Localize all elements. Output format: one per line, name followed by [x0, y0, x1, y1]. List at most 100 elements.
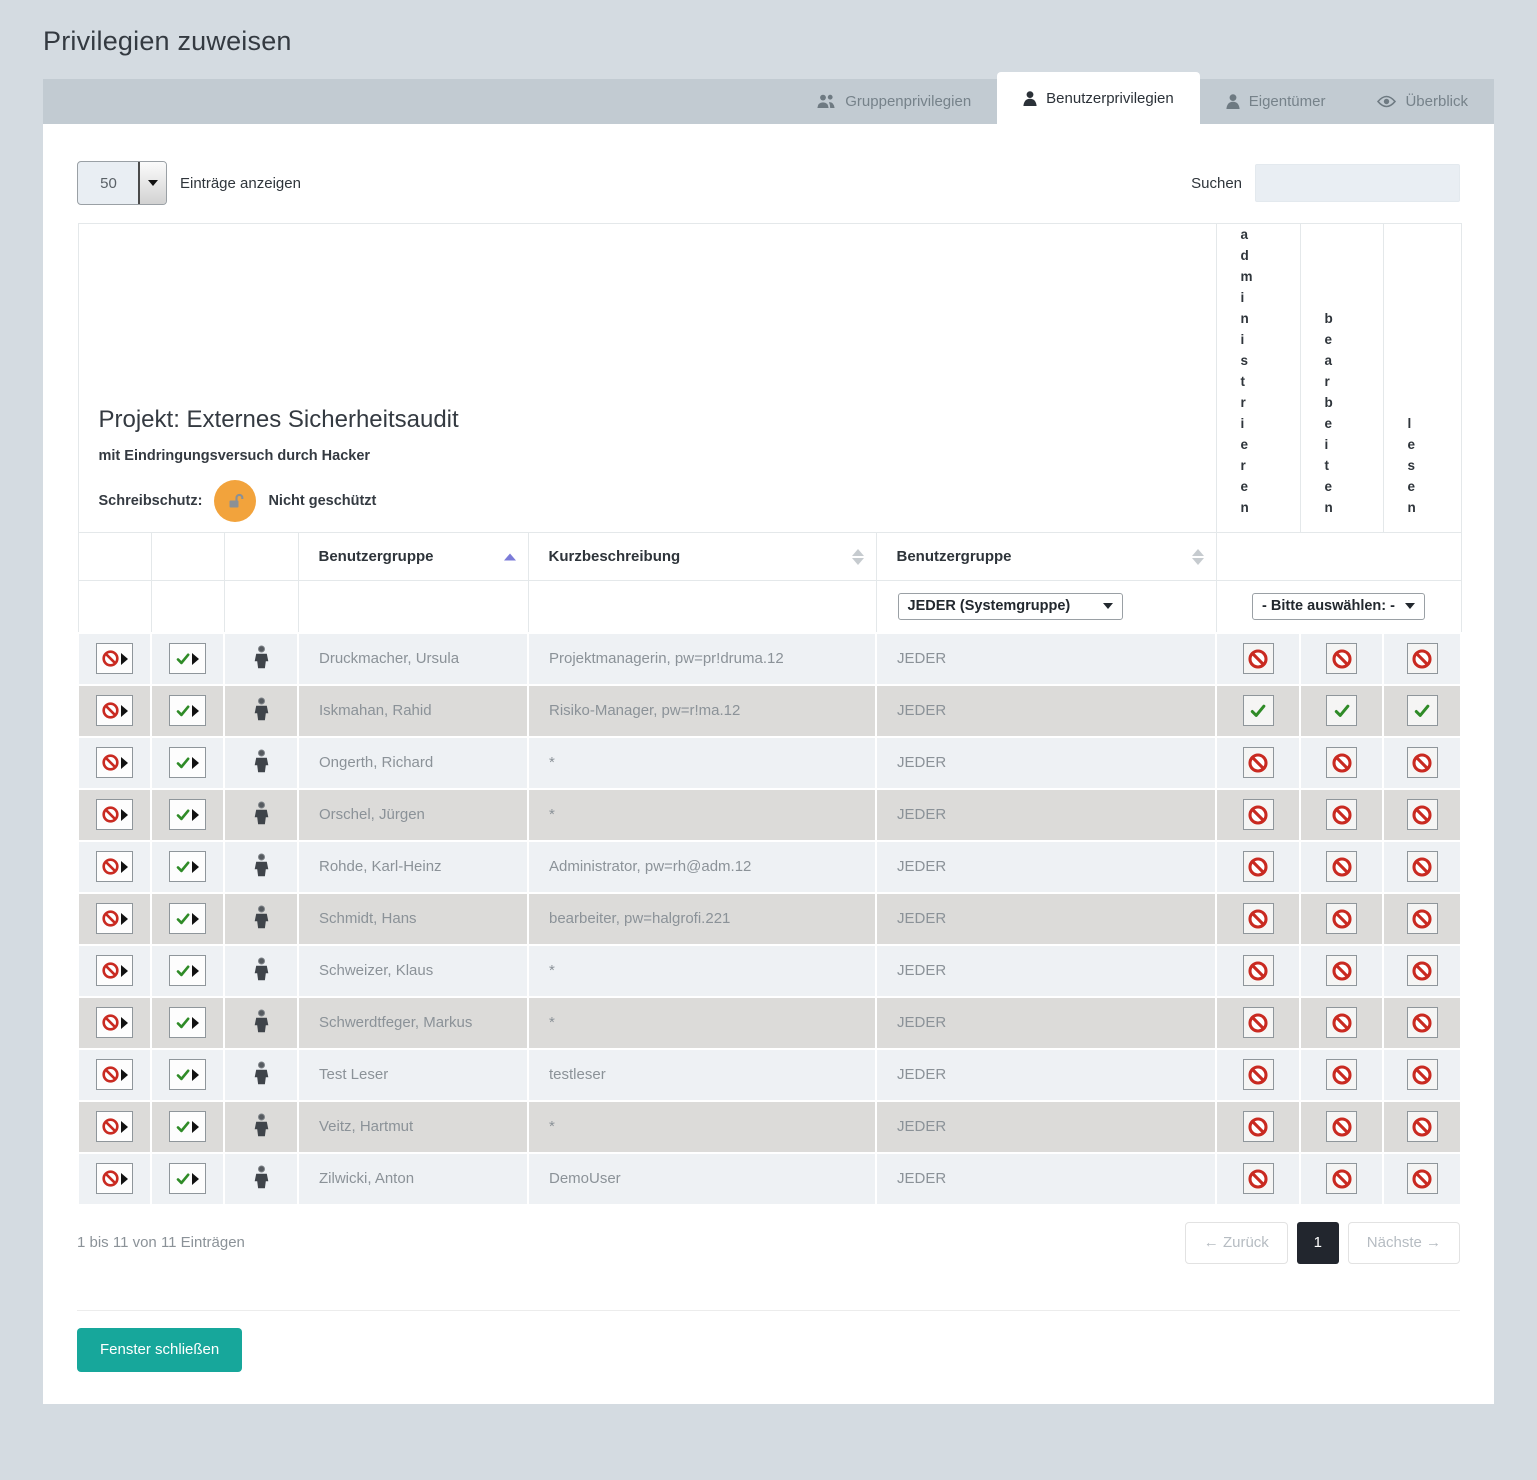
privilege-bearbeiten-toggle[interactable]	[1326, 955, 1357, 986]
deny-all-row-button[interactable]	[96, 955, 133, 986]
allow-all-row-button[interactable]	[169, 1059, 206, 1090]
allow-all-row-button[interactable]	[169, 851, 206, 882]
allow-all-row-button[interactable]	[169, 747, 206, 778]
deny-icon	[1412, 753, 1432, 773]
close-window-button[interactable]: Fenster schließen	[77, 1328, 242, 1372]
user-detail-button[interactable]	[254, 801, 269, 825]
deny-all-row-button[interactable]	[96, 903, 133, 934]
description-cell: DemoUser	[528, 1153, 876, 1205]
group-filter-select[interactable]: JEDER (Systemgruppe)	[898, 593, 1123, 620]
privilege-administrieren-toggle[interactable]	[1243, 955, 1274, 986]
deny-all-row-button[interactable]	[96, 1111, 133, 1142]
privilege-lesen-toggle[interactable]	[1407, 695, 1438, 726]
deny-all-row-button[interactable]	[96, 799, 133, 830]
privilege-bearbeiten-toggle[interactable]	[1326, 695, 1357, 726]
unlock-icon[interactable]	[214, 480, 256, 522]
apply-arrow-icon	[121, 705, 128, 717]
next-page-button[interactable]: Nächste →	[1348, 1222, 1460, 1264]
privilege-administrieren-toggle[interactable]	[1243, 799, 1274, 830]
deny-all-row-button[interactable]	[96, 1059, 133, 1090]
check-icon	[1250, 703, 1266, 719]
allow-all-row-button[interactable]	[169, 1111, 206, 1142]
check-icon	[176, 1016, 190, 1030]
check-icon	[176, 808, 190, 822]
header-benutzergruppe[interactable]: Benutzergruppe	[876, 533, 1216, 581]
tab-eigentuemer[interactable]: Eigentümer	[1200, 79, 1352, 124]
privilege-administrieren-toggle[interactable]	[1243, 903, 1274, 934]
allow-all-row-button[interactable]	[169, 643, 206, 674]
privilege-bearbeiten-toggle[interactable]	[1326, 903, 1357, 934]
user-detail-button[interactable]	[254, 905, 269, 929]
privilege-administrieren-toggle[interactable]	[1243, 695, 1274, 726]
privilege-lesen-toggle[interactable]	[1407, 955, 1438, 986]
project-title: Projekt: Externes Sicherheitsaudit	[99, 406, 1216, 434]
privilege-lesen-toggle[interactable]	[1407, 1111, 1438, 1142]
previous-page-button[interactable]: ← Zurück	[1185, 1222, 1288, 1264]
user-detail-button[interactable]	[254, 1061, 269, 1085]
current-page-button[interactable]: 1	[1297, 1222, 1339, 1264]
description-cell: bearbeiter, pw=halgrofi.221	[528, 893, 876, 945]
allow-all-row-button[interactable]	[169, 1007, 206, 1038]
privilege-bearbeiten-toggle[interactable]	[1326, 747, 1357, 778]
user-detail-button[interactable]	[254, 853, 269, 877]
privilege-lesen-toggle[interactable]	[1407, 1163, 1438, 1194]
privilege-administrieren-toggle[interactable]	[1243, 1007, 1274, 1038]
deny-all-row-button[interactable]	[96, 1163, 133, 1194]
privilege-administrieren-toggle[interactable]	[1243, 1111, 1274, 1142]
privilege-bearbeiten-toggle[interactable]	[1326, 1163, 1357, 1194]
privilege-lesen-toggle[interactable]	[1407, 747, 1438, 778]
description-cell: Projektmanagerin, pw=pr!druma.12	[528, 633, 876, 685]
privilege-lesen-toggle[interactable]	[1407, 1059, 1438, 1090]
user-detail-button[interactable]	[254, 957, 269, 981]
privilege-bearbeiten-toggle[interactable]	[1326, 799, 1357, 830]
privilege-administrieren-toggle[interactable]	[1243, 1163, 1274, 1194]
deny-all-row-button[interactable]	[96, 695, 133, 726]
search-input[interactable]	[1255, 164, 1460, 202]
allow-all-row-button[interactable]	[169, 695, 206, 726]
deny-icon	[1412, 1169, 1432, 1189]
privilege-lesen-toggle[interactable]	[1407, 1007, 1438, 1038]
privilege-bearbeiten-toggle[interactable]	[1326, 643, 1357, 674]
privilege-lesen-toggle[interactable]	[1407, 851, 1438, 882]
user-detail-button[interactable]	[254, 1113, 269, 1137]
privilege-administrieren-toggle[interactable]	[1243, 851, 1274, 882]
allow-all-row-button[interactable]	[169, 955, 206, 986]
privilege-bearbeiten-toggle[interactable]	[1326, 851, 1357, 882]
page-size-value: 50	[78, 162, 139, 204]
page-size-select[interactable]: 50	[77, 161, 167, 205]
allow-all-row-button[interactable]	[169, 903, 206, 934]
user-detail-button[interactable]	[254, 1165, 269, 1189]
user-detail-button[interactable]	[254, 749, 269, 773]
tab-gruppenprivilegien[interactable]: Gruppenprivilegien	[791, 79, 997, 124]
deny-icon	[1412, 649, 1432, 669]
header-kurzbeschreibung[interactable]: Kurzbeschreibung	[528, 533, 876, 581]
user-detail-button[interactable]	[254, 645, 269, 669]
tab-label: Gruppenprivilegien	[845, 93, 971, 110]
privilege-administrieren-toggle[interactable]	[1243, 747, 1274, 778]
group-cell: JEDER	[876, 633, 1216, 685]
page-size-label: Einträge anzeigen	[180, 175, 301, 192]
deny-all-row-button[interactable]	[96, 747, 133, 778]
deny-all-row-button[interactable]	[96, 643, 133, 674]
user-detail-button[interactable]	[254, 1009, 269, 1033]
tab-ueberblick[interactable]: Überblick	[1351, 79, 1494, 124]
privilege-filter-select[interactable]: - Bitte auswählen: -	[1252, 593, 1425, 620]
privilege-administrieren-toggle[interactable]	[1243, 643, 1274, 674]
deny-all-row-button[interactable]	[96, 851, 133, 882]
privilege-bearbeiten-toggle[interactable]	[1326, 1111, 1357, 1142]
header-benutzergruppe-name[interactable]: Benutzergruppe	[298, 533, 528, 581]
allow-all-row-button[interactable]	[169, 1163, 206, 1194]
deny-icon	[1248, 1013, 1268, 1033]
deny-all-row-button[interactable]	[96, 1007, 133, 1038]
deny-icon	[102, 754, 119, 771]
deny-icon	[1412, 805, 1432, 825]
privilege-lesen-toggle[interactable]	[1407, 903, 1438, 934]
privilege-bearbeiten-toggle[interactable]	[1326, 1059, 1357, 1090]
user-detail-button[interactable]	[254, 697, 269, 721]
tab-benutzerprivilegien[interactable]: Benutzerprivilegien	[997, 72, 1200, 124]
allow-all-row-button[interactable]	[169, 799, 206, 830]
privilege-administrieren-toggle[interactable]	[1243, 1059, 1274, 1090]
privilege-bearbeiten-toggle[interactable]	[1326, 1007, 1357, 1038]
privilege-lesen-toggle[interactable]	[1407, 643, 1438, 674]
privilege-lesen-toggle[interactable]	[1407, 799, 1438, 830]
